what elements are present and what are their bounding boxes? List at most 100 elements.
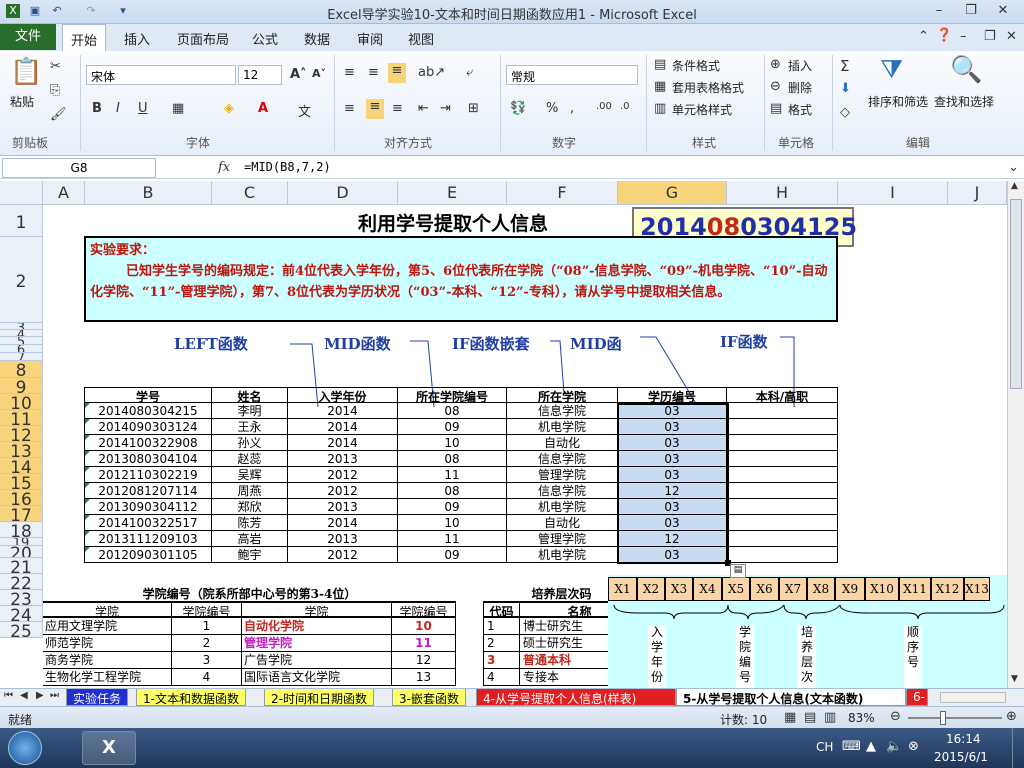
ime-keyboard-icon[interactable]: ⌨ [842, 739, 861, 754]
align-right-icon[interactable]: ≡ [392, 101, 403, 116]
row-header-17[interactable]: 17 [0, 506, 43, 522]
row-header-21[interactable]: 21 [0, 558, 43, 574]
clock-date[interactable]: 2015/6/1 [934, 750, 988, 764]
fx-icon[interactable]: fx [218, 160, 230, 175]
align-center-icon[interactable]: ≡ [366, 99, 384, 119]
cell-style-button[interactable]: 单元格样式 [672, 101, 732, 118]
table-cell[interactable] [727, 403, 838, 419]
grow-font-icon[interactable]: A˄ [290, 67, 307, 82]
table-cell[interactable] [727, 547, 838, 563]
doc-minimize-icon[interactable]: – [960, 29, 967, 44]
table-cell[interactable]: 2012 [288, 483, 398, 499]
table-cell[interactable]: 鲍宇 [212, 547, 288, 563]
table-format-icon[interactable]: ▦ [654, 79, 666, 94]
table-cell[interactable]: 机电学院 [507, 419, 618, 435]
tab-insert[interactable]: 插入 [124, 29, 150, 48]
font-color-icon[interactable]: A [258, 101, 268, 116]
borders-icon[interactable]: ▦ [172, 101, 184, 116]
vscroll-thumb[interactable] [1010, 199, 1022, 389]
tab-formulas[interactable]: 公式 [252, 29, 278, 48]
table-cell[interactable]: 11 [398, 467, 507, 483]
autosum-icon[interactable]: Σ [840, 57, 849, 75]
increase-decimal-icon[interactable]: .00 [596, 101, 612, 112]
merge-center-icon[interactable]: ⊞ [468, 101, 479, 116]
ribbon-collapse-icon[interactable]: ⌃ [918, 29, 929, 44]
sheet-tab-5-active[interactable]: 5-从学号提取个人信息(文本函数) [676, 689, 906, 706]
table-cell[interactable]: 信息学院 [507, 483, 618, 499]
table-cell[interactable]: 吴辉 [212, 467, 288, 483]
table-cell[interactable]: 赵蕊 [212, 451, 288, 467]
restore-button[interactable]: ❐ [958, 2, 984, 20]
paste-button[interactable]: 粘贴 [10, 93, 34, 110]
find-select-button[interactable]: 查找和选择 [934, 93, 994, 110]
scroll-up-icon[interactable]: ▲ [1011, 181, 1018, 191]
table-cell[interactable]: 08 [398, 403, 507, 419]
cell-style-icon[interactable]: ▥ [654, 101, 666, 116]
align-middle-icon[interactable]: ≡ [368, 65, 379, 80]
table-cell[interactable]: 2014 [288, 435, 398, 451]
doc-close-icon[interactable]: ✕ [1006, 29, 1017, 44]
column-header-D[interactable]: D [288, 181, 398, 205]
sheet-tab-4[interactable]: 4-从学号提取个人信息(样表) [476, 689, 676, 706]
row-header-1[interactable]: 1 [0, 205, 43, 237]
comma-icon[interactable]: , [570, 101, 574, 116]
row-header-8[interactable]: 8 [0, 361, 43, 378]
row-header-2[interactable]: 2 [0, 237, 43, 323]
zoom-out-icon[interactable]: ⊖ [890, 709, 901, 724]
column-header-F[interactable]: F [507, 181, 618, 205]
excel-taskbar-icon[interactable]: X [82, 731, 136, 765]
tab-home[interactable]: 开始 [62, 24, 107, 51]
copy-icon[interactable]: ⎘ [50, 83, 60, 98]
table-cell[interactable]: 孙义 [212, 435, 288, 451]
insert-cells-button[interactable]: 插入 [788, 57, 812, 74]
table-cell[interactable] [727, 467, 838, 483]
column-header-B[interactable]: B [85, 181, 212, 205]
clock-time[interactable]: 16:14 [946, 732, 981, 746]
decrease-decimal-icon[interactable]: .0 [620, 101, 630, 112]
volume-icon[interactable]: 🔈 [886, 739, 902, 754]
row-header-16[interactable]: 16 [0, 490, 43, 506]
table-cell[interactable]: 高岩 [212, 531, 288, 547]
sheet-tab-1[interactable]: 1-文本和数据函数 [136, 689, 246, 706]
sort-filter-button[interactable]: 排序和筛选 [868, 93, 928, 110]
table-cell[interactable]: 11 [398, 531, 507, 547]
italic-icon[interactable]: I [116, 101, 120, 116]
tray-expand-icon[interactable]: ▲ [866, 739, 876, 754]
table-cell[interactable]: 管理学院 [507, 467, 618, 483]
zoom-slider-thumb[interactable] [940, 711, 946, 725]
find-select-icon[interactable]: 🔍 [950, 55, 982, 85]
percent-icon[interactable]: % [546, 101, 558, 116]
cell-student-id[interactable]: 2014090303124 [84, 419, 212, 435]
fill-down-icon[interactable]: ⬇ [840, 81, 851, 96]
row-header-20[interactable]: 20 [0, 546, 43, 558]
table-cell[interactable]: 12 [618, 531, 727, 547]
font-size-select[interactable]: 12 [238, 65, 282, 85]
format-cells-button[interactable]: 格式 [788, 101, 812, 118]
table-cell[interactable]: 2013 [288, 531, 398, 547]
table-cell[interactable]: 陈芳 [212, 515, 288, 531]
table-cell[interactable]: 王永 [212, 419, 288, 435]
column-header-G[interactable]: G [618, 181, 727, 205]
phonetic-icon[interactable]: 文 [298, 101, 311, 120]
row-header-10[interactable]: 10 [0, 394, 43, 410]
column-header-H[interactable]: H [727, 181, 838, 205]
column-header-C[interactable]: C [212, 181, 288, 205]
conditional-format-button[interactable]: 条件格式 [672, 57, 720, 74]
row-header-4[interactable]: 4 [0, 330, 43, 337]
row-header-13[interactable]: 13 [0, 442, 43, 458]
row-header-11[interactable]: 11 [0, 410, 43, 426]
table-cell[interactable]: 2014 [288, 515, 398, 531]
column-header-I[interactable]: I [838, 181, 948, 205]
prev-sheet-icon[interactable]: ◀ [20, 690, 28, 701]
minimize-button[interactable]: – [926, 2, 952, 20]
cell-student-id[interactable]: 2014100322517 [84, 515, 212, 531]
table-cell[interactable]: 10 [398, 435, 507, 451]
cell-student-id[interactable]: 2014080304215 [84, 403, 212, 419]
number-format-select[interactable]: 常规 [506, 65, 638, 85]
shrink-font-icon[interactable]: A˅ [312, 67, 326, 80]
horizontal-scrollbar[interactable] [940, 692, 1006, 703]
scroll-down-icon[interactable]: ▼ [1011, 674, 1018, 684]
cell-student-id[interactable]: 2013111209103 [84, 531, 212, 547]
table-cell[interactable]: 03 [618, 451, 727, 467]
table-cell[interactable]: 03 [618, 515, 727, 531]
